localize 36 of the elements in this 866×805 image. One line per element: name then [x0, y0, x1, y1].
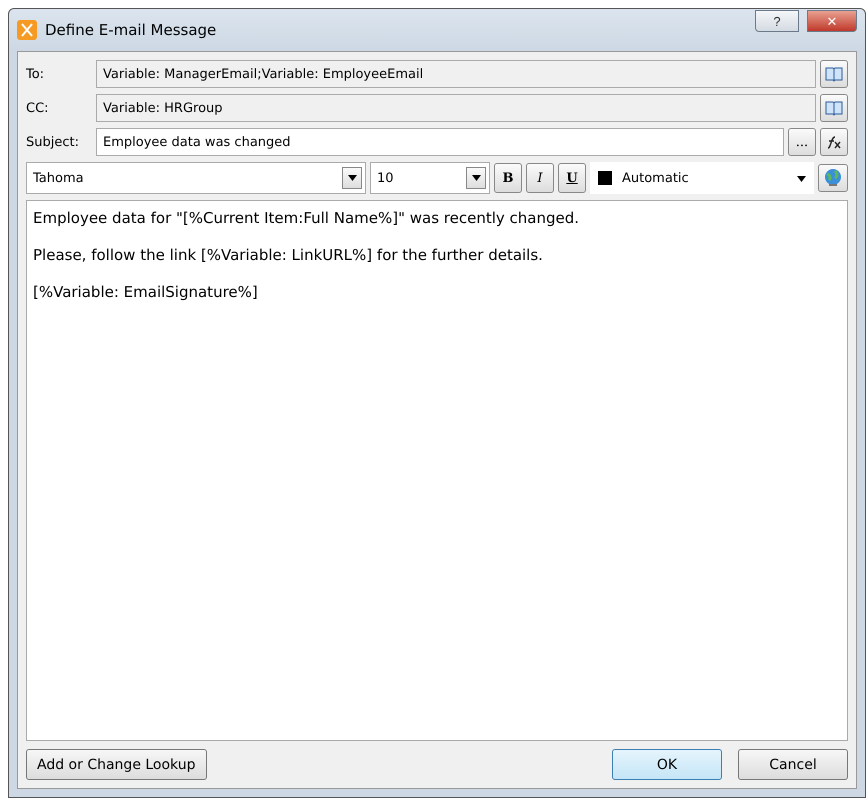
color-dropdown[interactable]: Automatic — [590, 162, 814, 194]
field-label: CC: — [26, 100, 50, 116]
underline-button[interactable]: U — [558, 163, 586, 193]
lookup-button[interactable]: Add or Change Lookup — [26, 749, 206, 780]
message-editor[interactable]: Employee data for "[%Current Item:Full Name%]" was recently changed. Please, follow the link [%Variable: LinkURL%] for the further details. [%Variable: EmailSignature%] — [26, 200, 848, 741]
book-icon — [825, 66, 843, 82]
message-paragraph: Employee data for "[%Current Item:Full Name%]" was recently changed. — [33, 209, 580, 227]
font-dropdown[interactable]: Tahoma — [26, 162, 366, 194]
help-button[interactable]: ? — [755, 10, 799, 32]
caret-icon — [797, 176, 806, 182]
dropdown-button[interactable] — [466, 167, 486, 189]
message-paragraph: Please, follow the link [%Variable: LinkURL%] for the further details. — [33, 246, 544, 264]
globe-icon — [823, 168, 843, 188]
book-icon — [825, 100, 843, 116]
size-dropdown[interactable]: 10 — [370, 162, 490, 194]
caret-icon — [472, 175, 480, 181]
italic-button[interactable]: I — [526, 163, 554, 193]
cancel-button[interactable]: Cancel — [738, 749, 848, 780]
browse-button[interactable]: ... — [788, 128, 816, 156]
field-label: Subject: — [26, 134, 80, 150]
input-field[interactable]: Variable: HRGroup — [96, 94, 816, 122]
ok-button[interactable]: OK — [612, 749, 722, 780]
caret-icon — [348, 175, 356, 181]
window-title: Define E-mail Message — [45, 21, 218, 39]
address-book-button[interactable] — [820, 60, 848, 88]
function-button[interactable] — [820, 128, 848, 156]
globe-link-button[interactable] — [818, 164, 848, 192]
bold-button[interactable]: B — [494, 163, 522, 193]
close-button[interactable]: ✕ — [807, 10, 857, 32]
message-paragraph: [%Variable: EmailSignature%] — [33, 283, 259, 301]
dropdown-button[interactable] — [342, 167, 362, 189]
field-label: To: — [26, 66, 46, 82]
function-icon — [825, 134, 843, 150]
input-field[interactable]: Employee data was changed — [96, 128, 784, 156]
address-book-button[interactable] — [820, 94, 848, 122]
input-field[interactable]: Variable: ManagerEmail;Variable: EmployeeEmail — [96, 60, 816, 88]
